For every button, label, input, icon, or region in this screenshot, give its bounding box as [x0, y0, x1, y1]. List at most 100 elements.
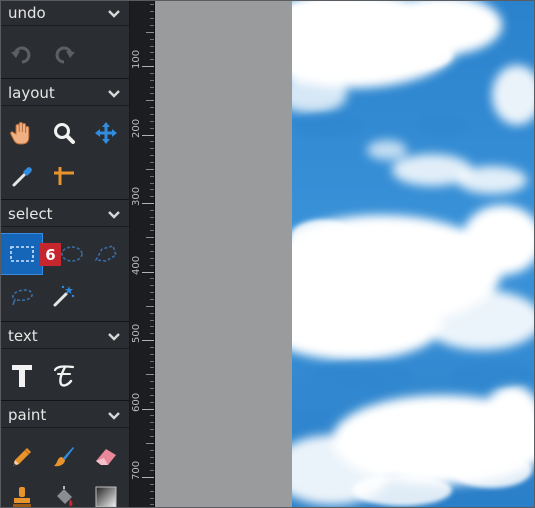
- section-layout-header[interactable]: layout: [0, 80, 129, 106]
- move-arrows-icon: [95, 122, 117, 144]
- ruler-tick: [150, 367, 154, 369]
- ruler-tick: [150, 72, 154, 74]
- ruler-tick: [150, 127, 154, 129]
- chevron-down-icon[interactable]: [107, 89, 121, 98]
- pencil-icon: [13, 448, 31, 466]
- crop-tool[interactable]: [48, 162, 80, 192]
- ruler-tick: [150, 175, 154, 177]
- ruler-tick: [150, 59, 154, 61]
- ruler-tick: [150, 161, 154, 163]
- zoom-tool[interactable]: [48, 118, 80, 148]
- ruler-tick: [150, 155, 154, 157]
- move-tool[interactable]: [90, 118, 122, 148]
- ruler-tick: [150, 79, 154, 81]
- rectangle-select-icon: [9, 246, 34, 262]
- ruler-label: 400: [131, 255, 142, 275]
- vertical-ruler[interactable]: 100 200 300 400 500 600 700: [130, 0, 155, 508]
- eraser-tool[interactable]: [90, 442, 122, 472]
- polygon-lasso-tool[interactable]: [90, 239, 122, 269]
- divider: [0, 321, 129, 322]
- eraser-icon: [96, 449, 116, 465]
- ruler-tick: [150, 298, 154, 300]
- section-text: text: [0, 323, 129, 401]
- ruler-tick: [150, 312, 154, 314]
- text-style-icon: [53, 365, 75, 387]
- ruler-label: 100: [131, 49, 142, 69]
- text-tool[interactable]: [6, 361, 38, 391]
- chevron-down-icon[interactable]: [107, 411, 121, 420]
- ruler-tick: [150, 463, 154, 465]
- ruler-tick: [150, 120, 154, 122]
- ruler-tick: [150, 381, 154, 383]
- ruler-tick: [146, 168, 154, 170]
- step-number-badge: 6: [40, 243, 61, 266]
- section-text-header[interactable]: text: [0, 323, 129, 349]
- clone-stamp-icon: [13, 487, 31, 507]
- section-paint-header[interactable]: paint: [0, 402, 129, 428]
- chevron-down-icon[interactable]: [107, 332, 121, 341]
- ruler-tick: [150, 456, 154, 458]
- ruler-tick: [150, 504, 154, 506]
- gradient-icon: [95, 486, 117, 508]
- ruler-tick: [142, 203, 154, 204]
- rectangle-select-tool[interactable]: [0, 233, 43, 275]
- ruler-tick: [150, 107, 154, 109]
- lasso-icon: [12, 289, 33, 306]
- section-layout: layout: [0, 80, 129, 200]
- ruler-tick: [150, 93, 154, 95]
- ruler-tick: [150, 326, 154, 328]
- ruler-tick: [150, 38, 154, 40]
- ruler-tick: [150, 52, 154, 54]
- lasso-tool[interactable]: [6, 281, 38, 311]
- ruler-tick: [150, 292, 154, 294]
- pencil-tool[interactable]: [6, 442, 38, 472]
- eyedropper-tool[interactable]: [6, 162, 38, 192]
- paint-bucket-tool[interactable]: [48, 482, 80, 508]
- ruler-tick: [150, 333, 154, 335]
- canvas-image[interactable]: [292, 0, 535, 508]
- gradient-tool[interactable]: [90, 482, 122, 508]
- ruler-tick: [150, 415, 154, 417]
- ruler-tick: [150, 45, 154, 47]
- section-undo-title: undo: [8, 4, 46, 22]
- ruler-label: 200: [131, 118, 142, 138]
- ruler-tick: [146, 305, 154, 307]
- section-select-header[interactable]: select: [0, 201, 129, 227]
- section-undo-header[interactable]: undo: [0, 0, 129, 26]
- ruler-tick: [142, 408, 154, 410]
- section-layout-title: layout: [8, 84, 55, 102]
- section-undo: undo: [0, 0, 129, 79]
- canvas-pasteboard[interactable]: [155, 0, 292, 508]
- ruler-tick: [150, 230, 154, 232]
- tool-panel: undo layout select text paint 6: [0, 0, 130, 508]
- ruler-tick: [150, 490, 154, 492]
- clone-stamp-tool[interactable]: [6, 482, 38, 508]
- eyedropper-icon: [12, 167, 32, 187]
- redo-arrow-icon: [55, 46, 75, 64]
- magic-wand-tool[interactable]: [48, 281, 80, 311]
- section-paint-title: paint: [8, 406, 47, 424]
- divider: [0, 400, 129, 401]
- divider: [0, 78, 129, 79]
- redo-button[interactable]: [48, 40, 80, 70]
- ruler-tick: [150, 422, 154, 424]
- chevron-down-icon[interactable]: [107, 210, 121, 219]
- text-style-tool[interactable]: [48, 361, 80, 391]
- polygon-lasso-icon: [94, 245, 117, 262]
- ruler-tick: [150, 18, 154, 20]
- ruler-tick: [150, 4, 154, 6]
- ruler-label: 700: [131, 460, 142, 480]
- ruler-tick: [142, 340, 154, 341]
- ruler-tick: [150, 209, 154, 211]
- ruler-tick: [150, 141, 154, 143]
- ruler-tick: [150, 401, 154, 403]
- ruler-tick: [150, 388, 154, 389]
- section-text-title: text: [8, 327, 38, 345]
- chevron-down-icon[interactable]: [107, 9, 121, 18]
- undo-button[interactable]: [6, 40, 38, 70]
- ruler-tick: [146, 31, 154, 33]
- ruler-label: 500: [131, 323, 142, 343]
- hand-tool[interactable]: [6, 118, 38, 148]
- brush-tool[interactable]: [48, 442, 80, 472]
- ruler-tick: [150, 216, 154, 218]
